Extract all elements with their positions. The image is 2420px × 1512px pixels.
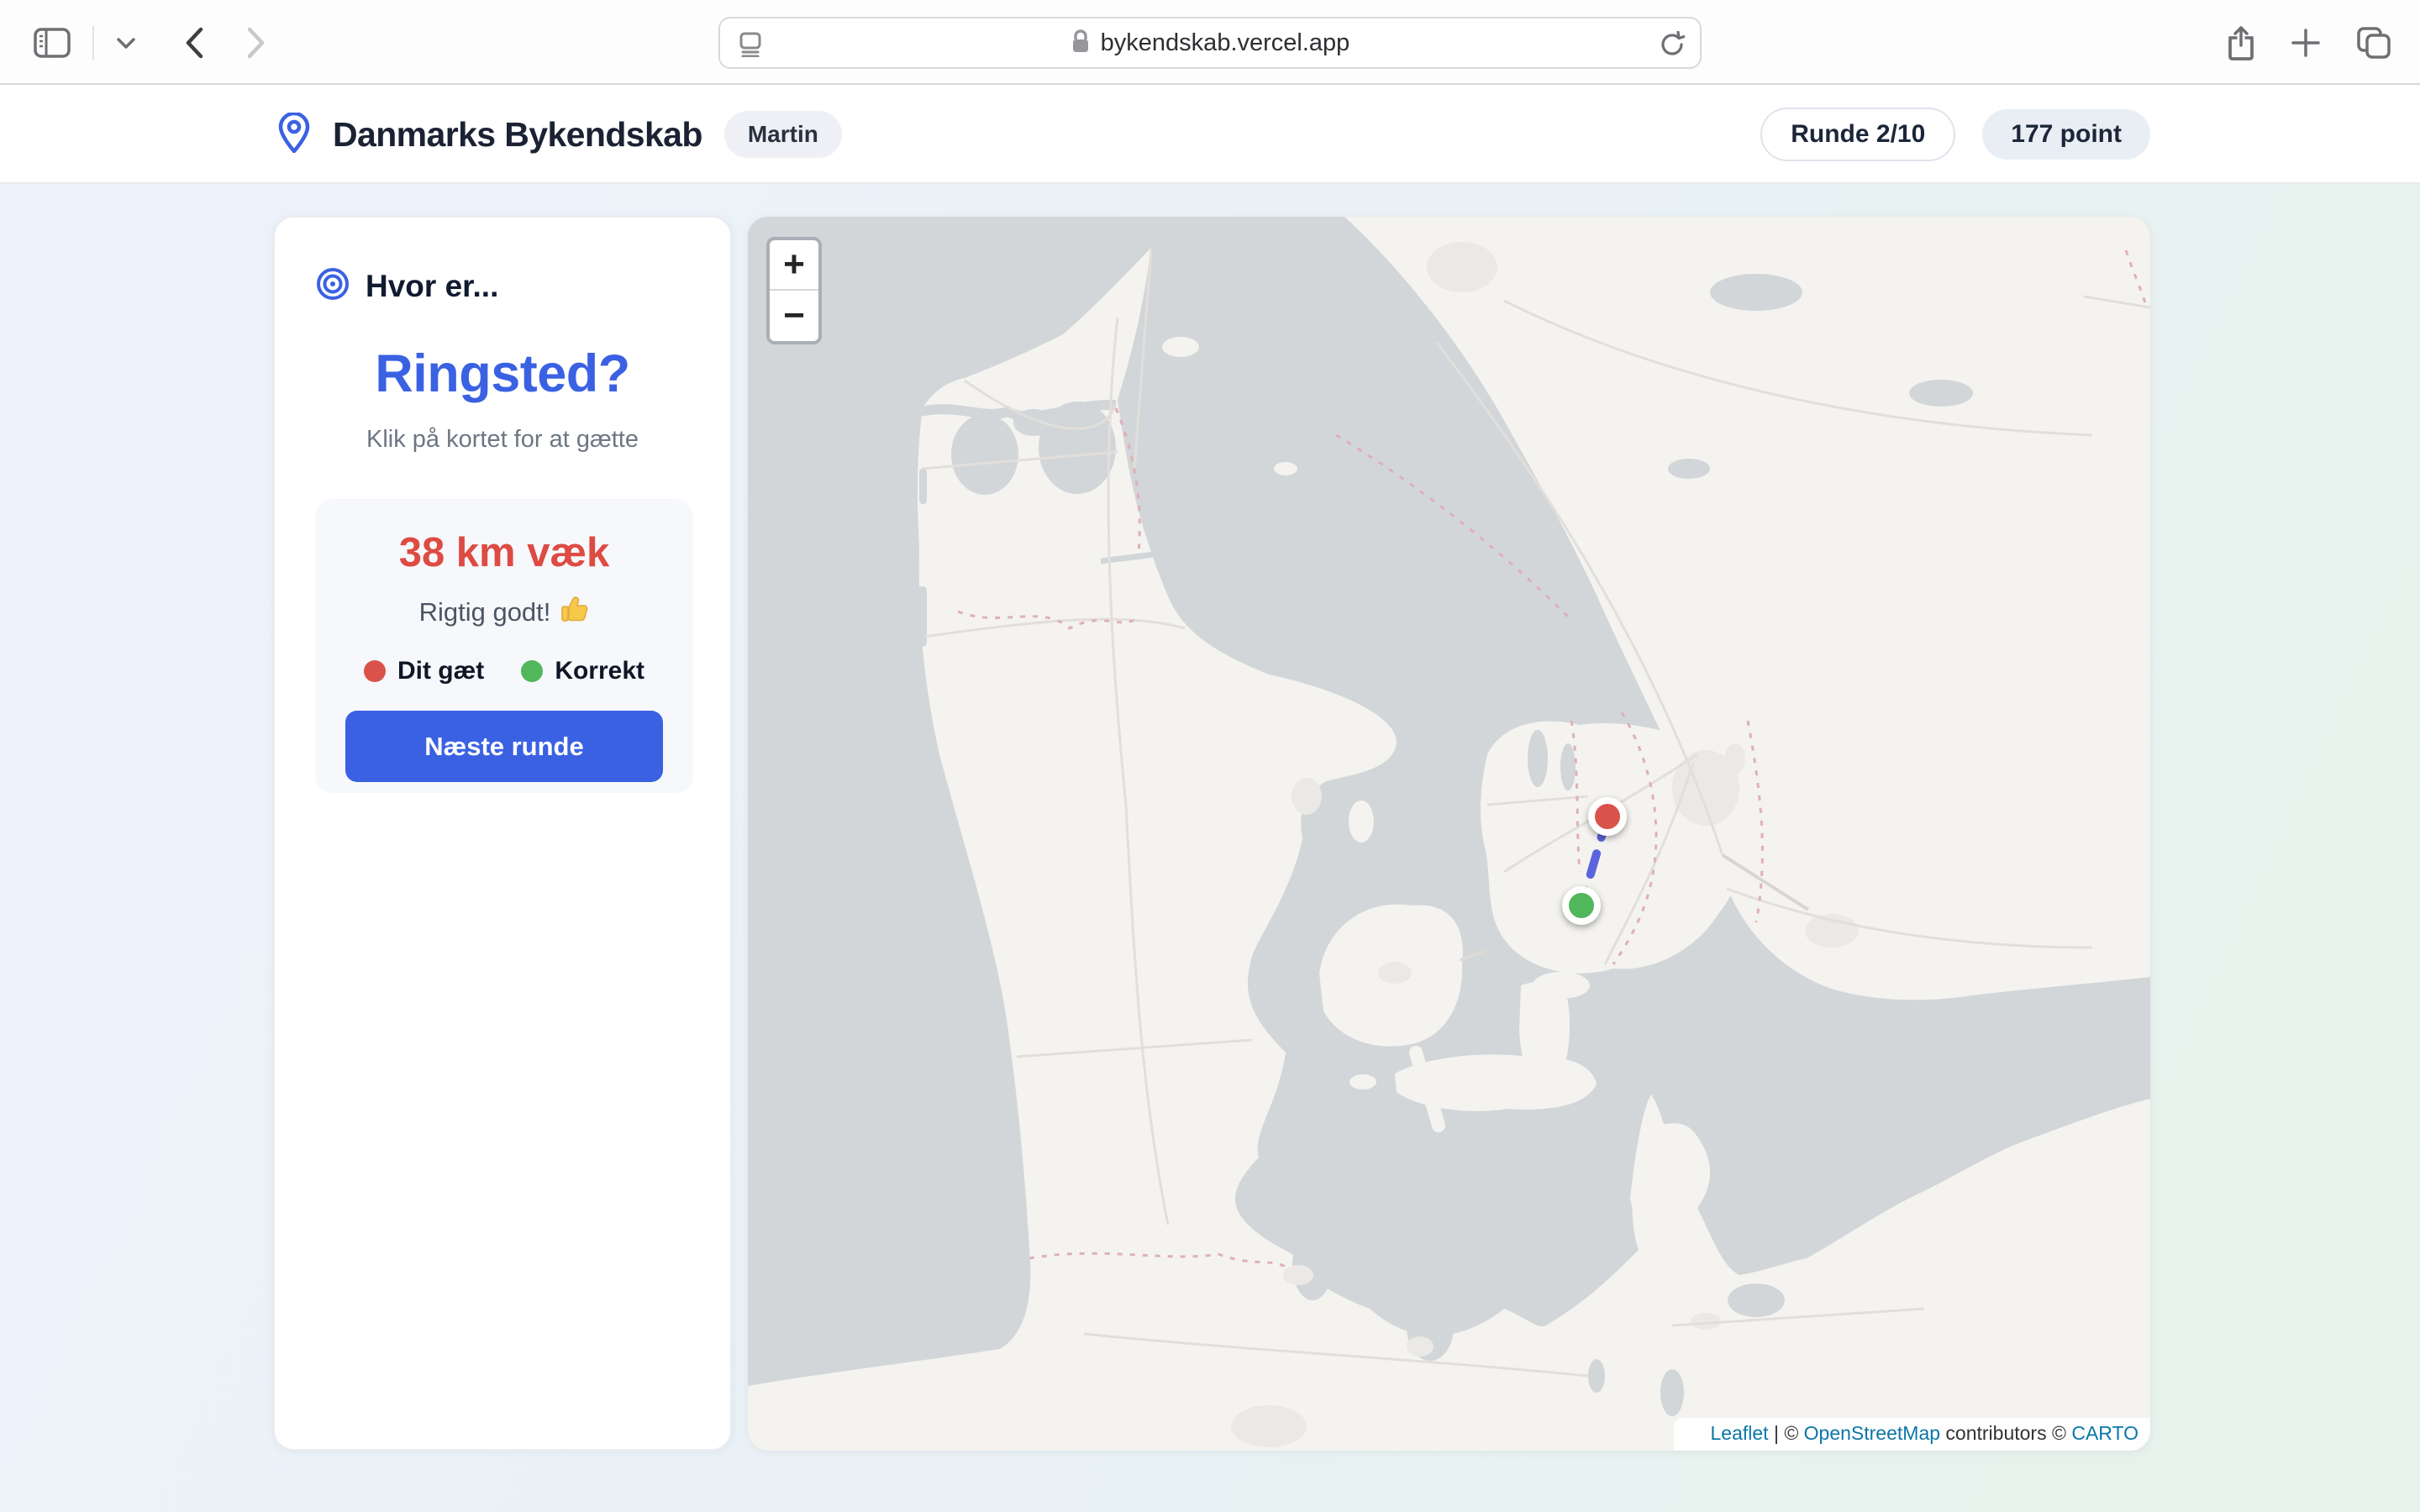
forward-button[interactable]	[245, 26, 267, 60]
legend-guess: Dit gæt	[364, 657, 484, 685]
thumbs-up-emoji	[560, 595, 589, 630]
round-badge: Runde 2/10	[1760, 108, 1955, 161]
feedback-text: Rigtig godt!	[315, 595, 693, 630]
legend-correct: Korrekt	[521, 657, 644, 685]
result-card: 38 km væk Rigtig godt! Dit gæt Korrekt	[315, 499, 693, 793]
guess-marker	[1591, 801, 1623, 832]
map-canvas[interactable]: + − Leaflet | © OpenStreetMap contributo…	[748, 217, 2150, 1451]
target-icon	[315, 266, 350, 306]
hint-text: Klik på kortet for at gætte	[275, 426, 730, 454]
legend: Dit gæt Korrekt	[315, 657, 693, 685]
url-text: bykendskab.vercel.app	[1101, 29, 1350, 57]
correct-marker	[1565, 890, 1597, 921]
page-content: Hvor er... Ringsted? Klik på kortet for …	[0, 184, 2420, 1512]
osm-link[interactable]: OpenStreetMap	[1804, 1422, 1940, 1445]
map-attribution: Leaflet | © OpenStreetMap contributors ©…	[1674, 1418, 2151, 1451]
leaflet-link[interactable]: Leaflet	[1711, 1422, 1769, 1445]
denmark-basemap	[748, 217, 2150, 1451]
back-button[interactable]	[183, 26, 205, 60]
lock-icon	[1071, 29, 1091, 58]
prompt-label: Hvor er...	[366, 269, 498, 304]
distance-result: 38 km væk	[315, 529, 693, 576]
zoom-out-button[interactable]: −	[770, 291, 818, 341]
map-pin-icon	[277, 113, 311, 157]
sidebar-toggle-icon[interactable]	[34, 28, 71, 58]
address-bar[interactable]: bykendskab.vercel.app	[718, 17, 1702, 69]
chevron-down-icon[interactable]	[116, 36, 136, 50]
next-round-button[interactable]: Næste runde	[345, 711, 663, 782]
toolbar-divider	[92, 26, 94, 60]
city-question: Ringsted?	[275, 344, 730, 404]
page-title: Danmarks Bykendskab	[333, 115, 702, 155]
browser-toolbar: bykendskab.vercel.app	[0, 0, 2420, 85]
player-badge: Martin	[724, 111, 842, 158]
map-zoom-control: + −	[766, 237, 822, 344]
guess-dot-icon	[364, 660, 386, 682]
ukraine-flag-icon	[1684, 1427, 1704, 1441]
app-header: Danmarks Bykendskab Martin Runde 2/10 17…	[0, 85, 2420, 184]
reload-icon[interactable]	[1660, 31, 1685, 62]
browser-window: bykendskab.vercel.app Danmarks Bykendska…	[0, 0, 2420, 1512]
correct-dot-icon	[521, 660, 543, 682]
question-panel: Hvor er... Ringsted? Klik på kortet for …	[273, 216, 732, 1451]
page-settings-icon[interactable]	[737, 30, 764, 61]
carto-link[interactable]: CARTO	[2071, 1422, 2139, 1445]
new-tab-icon[interactable]	[2291, 28, 2321, 58]
share-icon[interactable]	[2227, 25, 2255, 60]
zoom-in-button[interactable]: +	[770, 240, 818, 291]
tab-overview-icon[interactable]	[2356, 26, 2391, 60]
points-badge: 177 point	[1982, 109, 2150, 160]
